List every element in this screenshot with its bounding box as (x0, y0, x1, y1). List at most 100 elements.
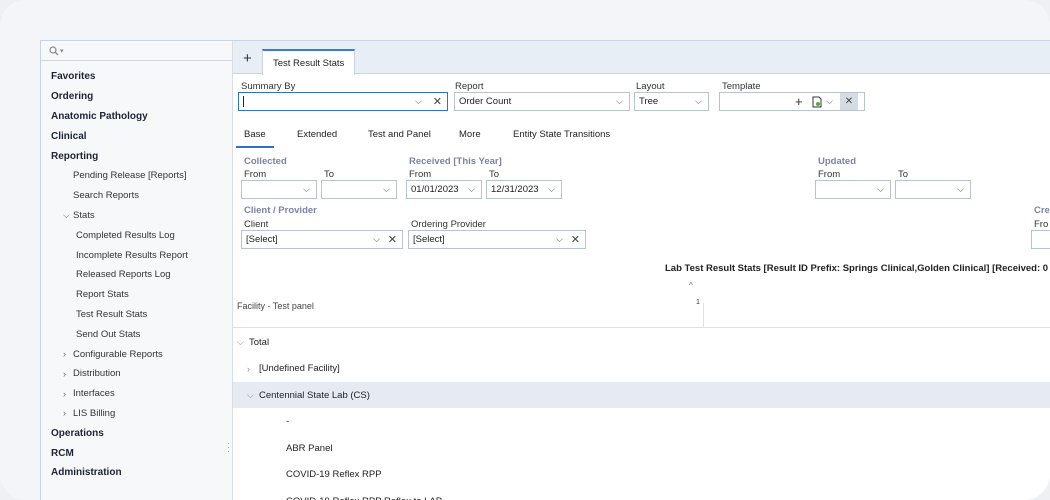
grid-header: Lab Test Result Stats [Result ID Prefix:… (233, 263, 1050, 328)
sidebar-search[interactable]: ▾ (41, 41, 232, 61)
main-content: + Test Result Stats Summary By ⌵ ✕ Repor… (233, 41, 1050, 500)
sidebar-item-label: Reporting (51, 150, 99, 162)
sidebar-item-anatomic-pathology[interactable]: Anatomic Pathology (41, 107, 232, 127)
resize-grip-icon[interactable]: · · · (227, 439, 230, 456)
table-row[interactable]: COVID-19 Reflex RPP Reflex to LAP (233, 488, 1050, 500)
updated-from-date[interactable]: ⌵ (815, 180, 891, 199)
received-from-value: 01/01/2023 (411, 184, 459, 195)
created-heading: Cre (1034, 205, 1050, 216)
sort-up-icon[interactable]: ^ (689, 281, 693, 290)
sidebar-item-completed-results-log[interactable]: Completed Results Log (41, 225, 232, 245)
chevron-right-icon: › (63, 388, 66, 399)
created-from-date[interactable] (1031, 230, 1050, 249)
ordering-provider-select[interactable]: [Select] ⌵ ✕ (408, 230, 586, 249)
subtab-more[interactable]: More (459, 129, 481, 140)
table-row[interactable]: ABR Panel (233, 435, 1050, 461)
chevron-down-icon[interactable]: ⌵ (695, 96, 702, 107)
subtab-bar: Base Extended Test and Panel More Entity… (233, 125, 1050, 149)
sidebar-item-operations[interactable]: Operations (41, 423, 232, 443)
summary-by-input[interactable]: ⌵ ✕ (238, 92, 448, 111)
chevron-down-icon[interactable]: ⌵ (247, 390, 259, 401)
ordering-provider-label: Ordering Provider (411, 219, 486, 230)
sidebar-item-label: Operations (51, 427, 104, 439)
sidebar-item-label: Search Reports (73, 190, 140, 202)
sidebar-item-search-reports[interactable]: Search Reports (41, 186, 232, 206)
subtab-test-and-panel[interactable]: Test and Panel (368, 129, 431, 140)
sidebar-item-label: Configurable Reports (73, 348, 163, 360)
chevron-down-icon[interactable]: ⌵ (877, 184, 884, 195)
clear-icon[interactable]: ✕ (433, 95, 442, 108)
template-select[interactable]: + ⌵ ✕ (719, 92, 865, 111)
sidebar-item-label: Interfaces (73, 388, 115, 400)
sidebar-item-distribution[interactable]: › Distribution (41, 364, 232, 384)
collected-to-date[interactable]: ⌵ (321, 180, 397, 199)
chevron-down-icon: ⌵ (63, 209, 70, 220)
sidebar-item-label: RCM (51, 447, 74, 459)
chevron-down-icon[interactable]: ⌵ (556, 234, 563, 245)
sidebar-item-configurable-reports[interactable]: › Configurable Reports (41, 344, 232, 364)
chevron-down-icon[interactable]: ⌵ (303, 184, 310, 195)
row-label: Total (249, 336, 270, 348)
sidebar-item-label: Stats (73, 209, 95, 221)
clear-template-icon[interactable]: ✕ (840, 93, 858, 110)
subtab-entity-state-transitions[interactable]: Entity State Transitions (513, 129, 610, 140)
chevron-down-icon[interactable]: ⌵ (468, 184, 475, 195)
add-tab-button[interactable]: + (243, 51, 252, 66)
table-row[interactable]: ⌵ Total (233, 329, 1050, 355)
sidebar-item-interfaces[interactable]: › Interfaces (41, 384, 232, 404)
sidebar-item-label: Test Result Stats (76, 308, 148, 320)
sidebar-item-clinical[interactable]: Clinical (41, 126, 232, 146)
chevron-down-icon[interactable]: ⌵ (383, 184, 390, 195)
sidebar-item-rcm[interactable]: RCM (41, 443, 232, 463)
sidebar-item-stats[interactable]: ⌵ Stats (41, 206, 232, 226)
layout-select[interactable]: Tree ⌵ (634, 92, 709, 111)
template-label: Template (722, 81, 761, 92)
sidebar-item-administration[interactable]: Administration (41, 463, 232, 483)
save-template-icon[interactable] (812, 96, 822, 108)
report-select[interactable]: Order Count ⌵ (454, 92, 630, 111)
sidebar-item-label: Favorites (51, 71, 96, 83)
updated-to-label: To (898, 169, 909, 180)
received-from-label: From (409, 169, 432, 180)
chevron-down-icon[interactable]: ⌵ (415, 96, 422, 107)
collected-heading: Collected (244, 156, 287, 167)
chevron-right-icon[interactable]: › (247, 364, 259, 374)
sidebar-item-reporting[interactable]: Reporting (41, 146, 232, 166)
tab-bar: + Test Result Stats (233, 41, 1050, 75)
sidebar-item-released-reports-log[interactable]: Released Reports Log (41, 265, 232, 285)
chevron-down-icon[interactable]: ⌵ (826, 96, 833, 107)
subtab-extended[interactable]: Extended (297, 129, 337, 140)
sidebar-item-send-out-stats[interactable]: Send Out Stats (41, 324, 232, 344)
sidebar: ▾ Favorites Ordering Anatomic Pathology Cli… (41, 41, 233, 500)
table-row[interactable]: COVID-19 Reflex RPP (233, 462, 1050, 488)
chevron-down-icon[interactable]: ⌵ (548, 184, 555, 195)
collected-from-date[interactable]: ⌵ (241, 180, 317, 199)
sidebar-item-test-result-stats[interactable]: Test Result Stats (41, 305, 232, 325)
sidebar-item-pending-release-reports[interactable]: Pending Release [Reports] (41, 166, 232, 186)
client-value: [Select] (246, 234, 278, 245)
clear-icon[interactable]: ✕ (388, 233, 397, 246)
clear-icon[interactable]: ✕ (571, 233, 580, 246)
sidebar-item-report-stats[interactable]: Report Stats (41, 285, 232, 305)
table-row[interactable]: ⌵ Centennial State Lab (CS) (233, 382, 1050, 408)
chevron-down-icon[interactable]: ⌵ (237, 337, 249, 348)
received-from-date[interactable]: 01/01/2023 ⌵ (406, 180, 482, 199)
sidebar-item-ordering[interactable]: Ordering (41, 87, 232, 107)
table-row[interactable]: - (233, 409, 1050, 435)
tab-test-result-stats[interactable]: Test Result Stats (262, 49, 356, 75)
chevron-down-icon[interactable]: ⌵ (373, 234, 380, 245)
chevron-down-icon[interactable]: ⌵ (616, 96, 623, 107)
sidebar-item-label: Pending Release [Reports] (73, 170, 187, 182)
sidebar-item-incomplete-results-report[interactable]: Incomplete Results Report (41, 245, 232, 265)
chevron-down-icon[interactable]: ⌵ (957, 184, 964, 195)
received-to-date[interactable]: 12/31/2023 ⌵ (486, 180, 562, 199)
client-select[interactable]: [Select] ⌵ ✕ (241, 230, 403, 249)
sidebar-item-lis-billing[interactable]: › LIS Billing (41, 404, 232, 424)
table-row[interactable]: › [Undefined Facility] (233, 356, 1050, 382)
updated-to-date[interactable]: ⌵ (895, 180, 971, 199)
subtab-base[interactable]: Base (236, 129, 274, 148)
chevron-right-icon: › (63, 349, 66, 360)
sidebar-item-label: Administration (51, 467, 122, 479)
add-template-icon[interactable]: + (795, 94, 803, 109)
sidebar-item-favorites[interactable]: Favorites (41, 67, 232, 87)
